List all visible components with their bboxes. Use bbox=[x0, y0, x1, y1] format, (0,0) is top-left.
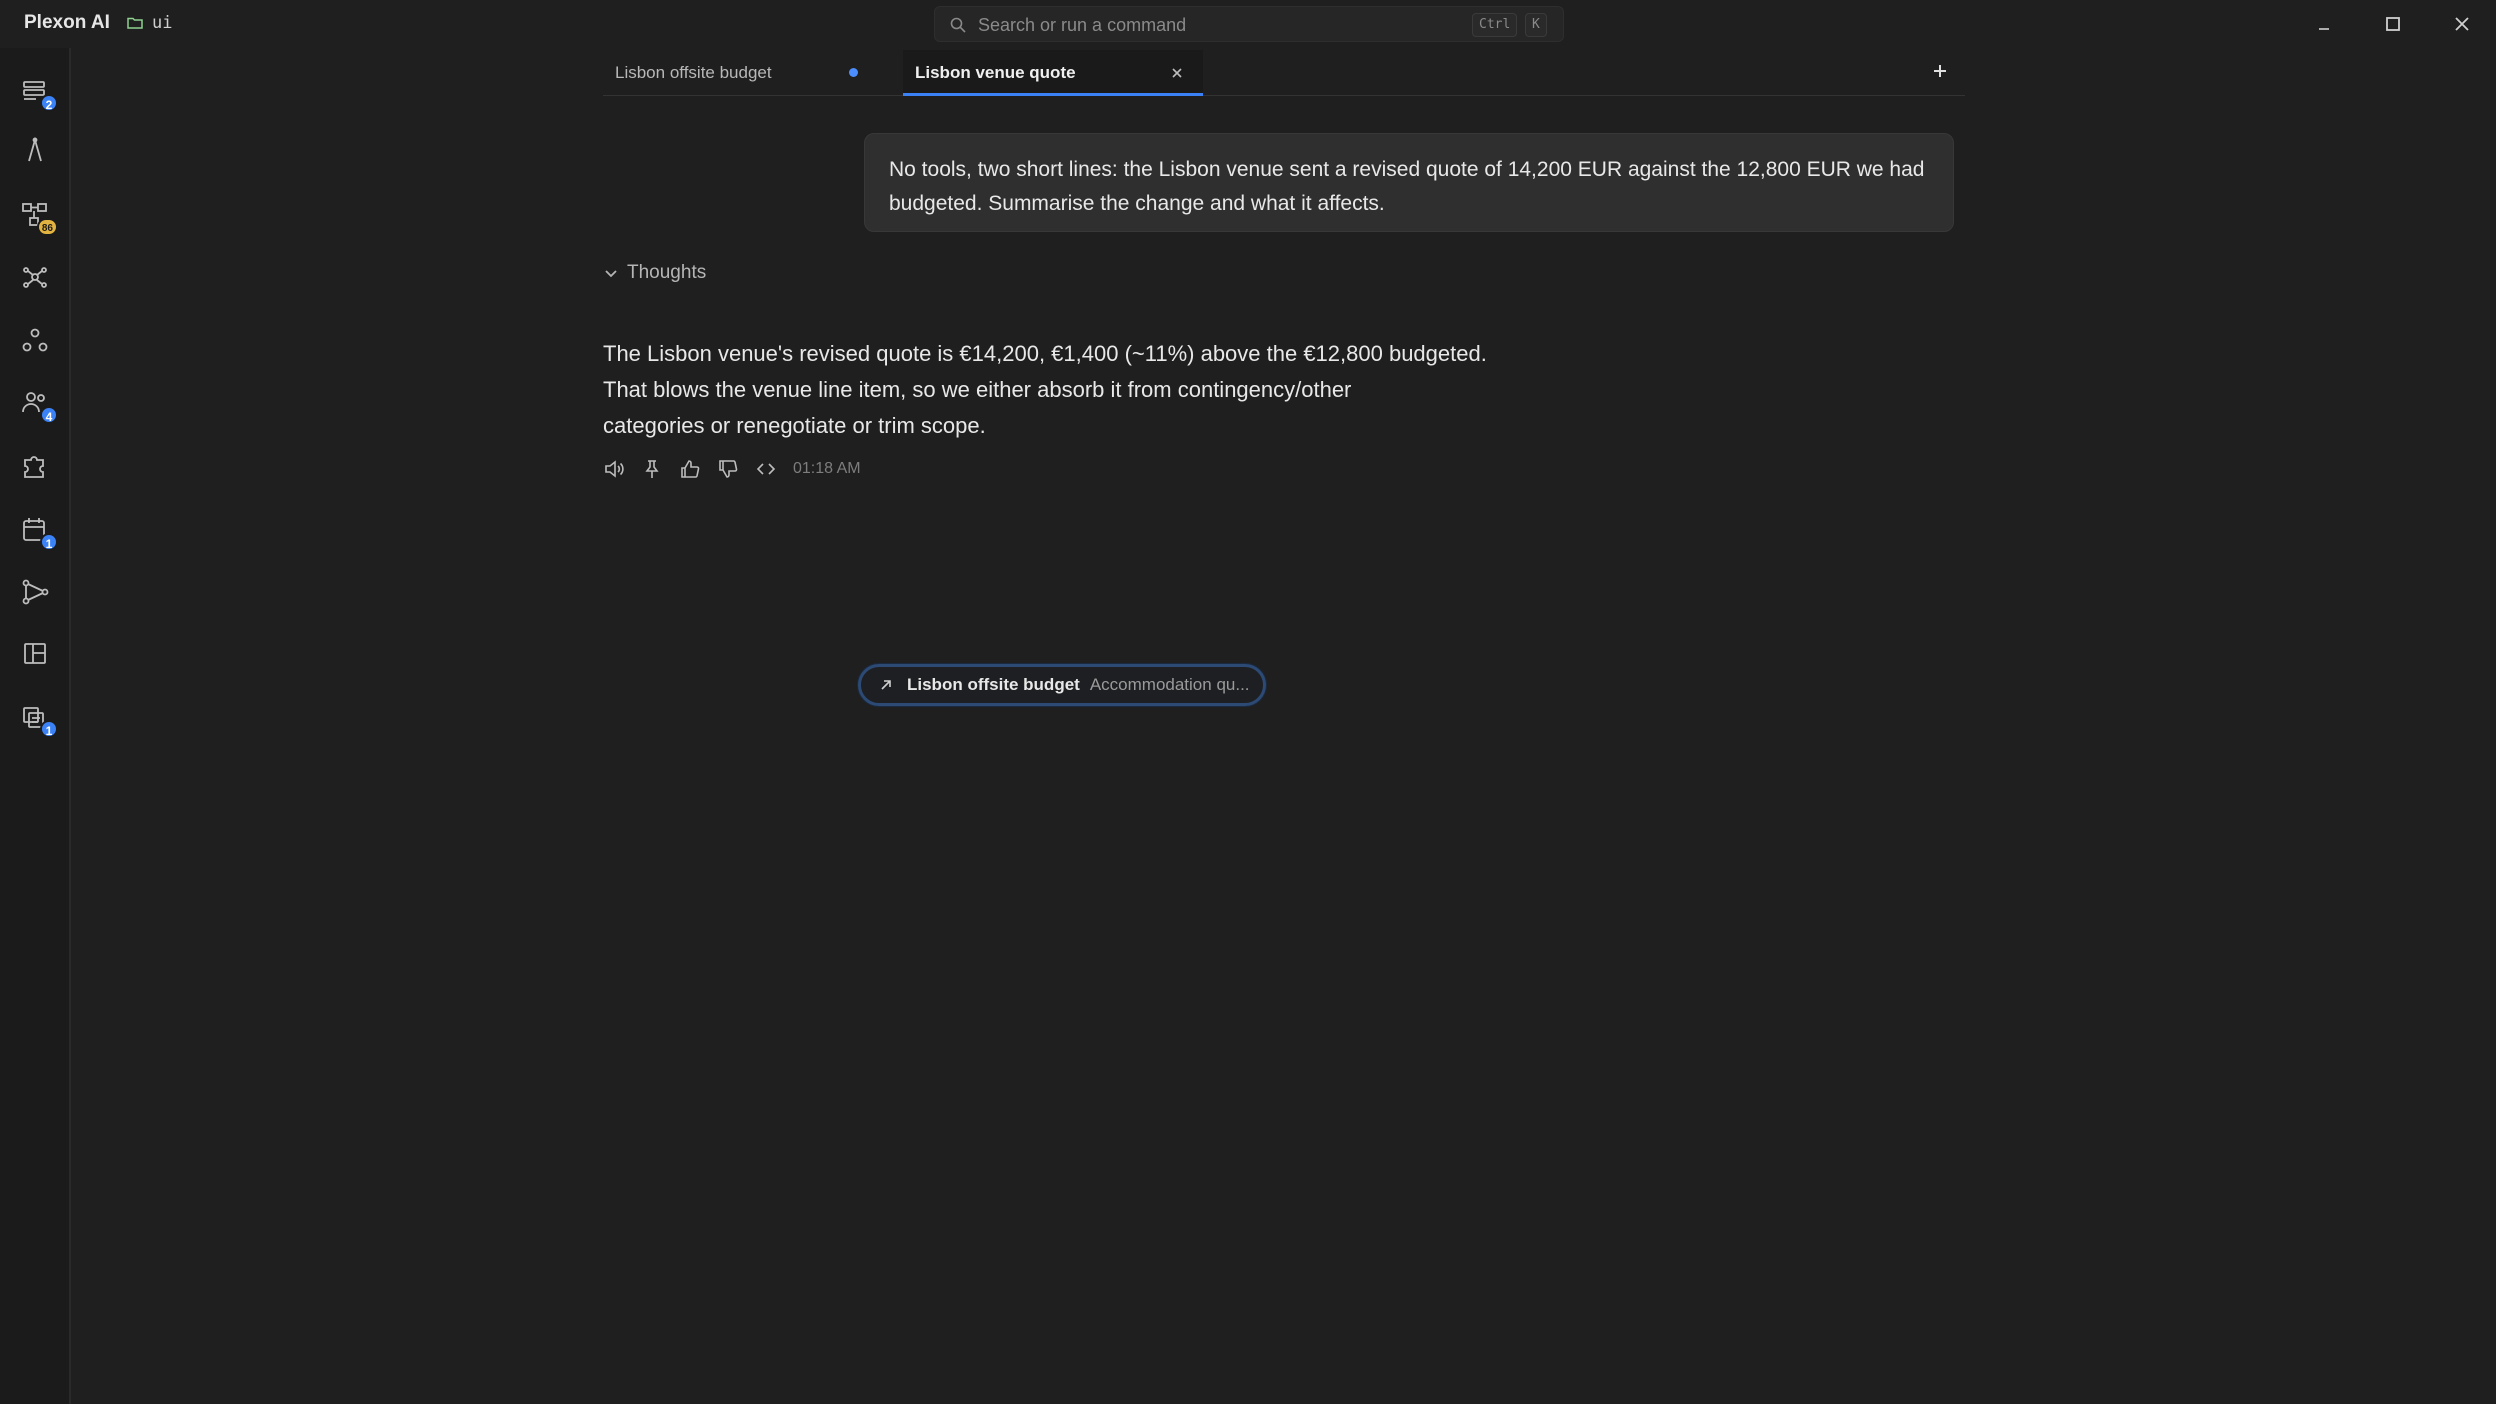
sidebar-item-branches[interactable] bbox=[18, 574, 54, 610]
thumbs-up-button[interactable] bbox=[679, 458, 701, 480]
app-name: Plexon AI bbox=[24, 12, 110, 33]
close-icon bbox=[2455, 17, 2469, 31]
assistant-line: categories or renegotiate or trim scope. bbox=[603, 413, 986, 438]
sidebar-item-notes[interactable]: 1 bbox=[18, 700, 58, 738]
puzzle-icon bbox=[24, 456, 44, 478]
code-icon bbox=[756, 463, 776, 475]
sidebar-item-calendar[interactable]: 1 bbox=[18, 513, 58, 551]
tab-label: Lisbon offsite budget bbox=[615, 63, 772, 82]
close-window-button[interactable] bbox=[2448, 10, 2476, 38]
title-bar: Plexon AI ui Search or run a command Ctr… bbox=[0, 0, 2496, 48]
speaker-icon bbox=[605, 460, 624, 478]
folder-icon bbox=[127, 17, 143, 29]
sidebar-item-layout[interactable] bbox=[18, 636, 54, 672]
chip-title: Lisbon offsite budget bbox=[907, 675, 1080, 694]
assistant-line: The Lisbon venue's revised quote is €14,… bbox=[603, 341, 1487, 366]
minimize-icon bbox=[2319, 28, 2329, 30]
maximize-icon bbox=[2386, 17, 2400, 31]
sidebar-item-network[interactable] bbox=[18, 260, 54, 296]
thoughts-toggle[interactable]: Thoughts bbox=[603, 262, 706, 284]
chip-subtitle: Accommodation qu... bbox=[1089, 675, 1250, 694]
sidebar-item-conversations[interactable]: 2 bbox=[18, 74, 58, 112]
tab-lisbon-offsite-budget[interactable]: Lisbon offsite budget bbox=[603, 50, 903, 96]
sidebar-item-people[interactable]: 4 bbox=[18, 386, 58, 424]
tab-lisbon-venue-quote[interactable]: Lisbon venue quote bbox=[903, 50, 1203, 96]
tab-label: Lisbon venue quote bbox=[915, 63, 1076, 82]
thumbs-down-button[interactable] bbox=[717, 458, 739, 480]
view-source-button[interactable] bbox=[755, 458, 777, 480]
activity-sidebar: 2 86 4 1 1 bbox=[0, 48, 71, 1404]
nodes-icon bbox=[22, 328, 48, 352]
plus-icon bbox=[1934, 65, 1946, 77]
thumbs-up-icon bbox=[681, 460, 700, 478]
search-placeholder: Search or run a command bbox=[978, 15, 1187, 35]
tab-bar: Lisbon offsite budget Lisbon venue quote bbox=[603, 50, 1965, 96]
shortcut-key: K bbox=[1525, 13, 1547, 37]
badge-workflow: 86 bbox=[36, 218, 58, 236]
sidebar-item-nodes[interactable] bbox=[18, 323, 54, 359]
workspace-selector[interactable]: ui bbox=[126, 13, 172, 33]
sidebar-item-workflow[interactable]: 86 bbox=[18, 198, 58, 236]
close-icon bbox=[1172, 68, 1182, 78]
new-tab-button[interactable] bbox=[1928, 59, 1952, 83]
workspace-name: ui bbox=[152, 13, 173, 33]
user-message: No tools, two short lines: the Lisbon ve… bbox=[864, 133, 1954, 232]
badge-notes: 1 bbox=[40, 720, 58, 738]
assistant-line: That blows the venue line item, so we ei… bbox=[603, 377, 1352, 402]
app-window: Plexon AI ui Search or run a command Ctr… bbox=[0, 0, 2496, 1404]
shortcut-ctrl: Ctrl bbox=[1472, 13, 1518, 37]
minimize-button[interactable] bbox=[2310, 10, 2338, 38]
badge-conversations: 2 bbox=[40, 94, 58, 112]
read-aloud-button[interactable] bbox=[603, 458, 625, 480]
sidebar-item-compass[interactable] bbox=[18, 132, 54, 168]
message-timestamp: 01:18 AM bbox=[793, 460, 861, 477]
command-search[interactable]: Search or run a command Ctrl K bbox=[934, 6, 1564, 42]
arrow-up-right-icon bbox=[881, 680, 891, 690]
badge-people: 4 bbox=[40, 406, 58, 424]
pin-button[interactable] bbox=[641, 458, 663, 480]
branch-icon bbox=[22, 579, 49, 605]
sidebar-item-extensions[interactable] bbox=[18, 448, 54, 484]
badge-calendar: 1 bbox=[40, 533, 58, 551]
thumbs-down-icon bbox=[719, 460, 738, 478]
linked-conversation-chip[interactable]: Lisbon offsite budget Accommodation qu..… bbox=[858, 664, 1266, 706]
layout-icon bbox=[24, 643, 46, 664]
network-icon bbox=[23, 267, 47, 288]
tab-close-button[interactable] bbox=[1167, 63, 1187, 83]
maximize-button[interactable] bbox=[2379, 10, 2407, 38]
chevron-down-icon bbox=[605, 270, 617, 278]
compass-icon bbox=[28, 136, 42, 162]
thoughts-label: Thoughts bbox=[627, 262, 707, 283]
message-actions: 01:18 AM bbox=[603, 456, 861, 482]
pin-icon bbox=[645, 460, 659, 478]
assistant-message: The Lisbon venue's revised quote is €14,… bbox=[603, 336, 1503, 444]
unsaved-indicator bbox=[849, 68, 858, 77]
search-icon bbox=[950, 17, 966, 33]
